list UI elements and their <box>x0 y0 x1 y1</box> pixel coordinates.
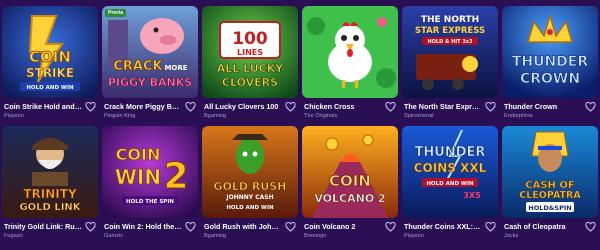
art-subtitle: HOLD&SPIN <box>528 204 571 212</box>
favorite-heart-icon[interactable] <box>185 102 196 112</box>
art-title-line-2: LINES <box>237 48 263 57</box>
game-thumbnail[interactable]: CRACK MORE PIGGY BANKS Previa <box>102 6 198 98</box>
art-subtitle: HOLD THE SPIN <box>126 199 174 205</box>
favorite-heart-icon[interactable] <box>585 222 596 232</box>
game-thumbnail[interactable]: TRINITY GOLD LINK <box>2 126 98 218</box>
art-title-line-1: THUNDER <box>415 145 486 160</box>
favorite-heart-icon[interactable] <box>285 222 296 232</box>
game-thumbnail[interactable] <box>302 6 398 98</box>
favorite-heart-icon[interactable] <box>185 222 196 232</box>
game-title[interactable]: The North Star Express ... <box>404 102 482 111</box>
game-provider: Playson <box>404 233 424 239</box>
game-thumbnail[interactable]: GOLD RUSH JOHNNY CASH HOLD AND WIN <box>202 126 298 218</box>
art-title-line-3: PIGGY BANKS <box>108 76 192 89</box>
game-provider: Endorphina <box>504 113 533 119</box>
game-provider: Playson <box>4 113 24 119</box>
game-provider: The Originals <box>304 113 338 119</box>
game-title[interactable]: Coin Volcano 2 <box>304 222 382 231</box>
favorite-heart-icon[interactable] <box>385 222 396 232</box>
game-thumbnail[interactable]: CASH OF CLEOPATRA HOLD&SPIN <box>502 126 598 218</box>
game-provider: Jacks <box>504 233 519 239</box>
favorite-heart-icon[interactable] <box>485 102 496 112</box>
art-grid-size: 3X5 <box>463 191 481 200</box>
art-title-line-1: COIN <box>29 48 71 66</box>
art-title-line-2: COINS XXL <box>414 161 487 175</box>
favorite-heart-icon[interactable] <box>85 222 96 232</box>
art-title-line-2: WIN <box>115 165 161 189</box>
favorite-heart-icon[interactable] <box>85 102 96 112</box>
art-subtitle: HOLD AND WIN <box>426 181 474 187</box>
game-title[interactable]: Trinity Gold Link: Runni... <box>4 222 82 231</box>
art-title-line-2: CLEOPATRA <box>519 190 581 201</box>
art-title-line-2: GOLD LINK <box>19 202 81 213</box>
game-provider: Spinomenal <box>404 113 434 119</box>
game-title[interactable]: Coin Strike Hold and W... <box>4 102 82 111</box>
art-title-line-1: THUNDER <box>512 54 589 70</box>
game-title[interactable]: Thunder Coins XXL: Hol... <box>404 222 482 231</box>
game-title[interactable]: Thunder Crown <box>504 102 582 111</box>
game-title[interactable]: All Lucky Clovers 100 <box>204 102 282 111</box>
preview-badge: Previa <box>105 9 127 17</box>
game-title[interactable]: Crack More Piggy Banks <box>104 102 182 111</box>
game-provider: Booongo <box>304 233 327 239</box>
art-title-line-1: TRINITY <box>23 187 77 201</box>
game-title[interactable]: Chicken Cross <box>304 102 382 111</box>
game-provider: Bgaming <box>204 233 227 239</box>
art-title-line-2: VOLCANO 2 <box>314 192 385 205</box>
game-thumbnail[interactable]: THE NORTH STAR EXPRESS HOLD & HIT 3x3 <box>402 6 498 98</box>
game-title[interactable]: Cash of Cleopatra <box>504 222 582 231</box>
game-thumbnail[interactable]: COIN WIN 2 HOLD THE SPIN <box>102 126 198 218</box>
game-title[interactable]: Coin Win 2: Hold the Sp... <box>104 222 182 231</box>
game-grid: COIN STRIKE HOLD AND WIN Coin Strike Hol… <box>0 0 600 250</box>
art-title-line-1: THE NORTH <box>421 15 479 25</box>
game-provider: Fugaso <box>4 233 23 239</box>
art-title-line-2: STAR EXPRESS <box>415 26 485 36</box>
art-title-line-1: COIN <box>116 145 161 164</box>
game-thumbnail[interactable]: THUNDER COINS XXL HOLD AND WIN 3X5 <box>402 126 498 218</box>
game-thumbnail[interactable]: COIN VOLCANO 2 <box>302 126 398 218</box>
favorite-heart-icon[interactable] <box>285 102 296 112</box>
art-title-line-2: CROWN <box>520 71 580 87</box>
art-title-line-2: MORE <box>164 64 187 72</box>
favorite-heart-icon[interactable] <box>485 222 496 232</box>
game-thumbnail[interactable]: THUNDER CROWN <box>502 6 598 98</box>
art-title-line-4: CLOVERS <box>222 76 278 89</box>
favorite-heart-icon[interactable] <box>385 102 396 112</box>
art-title-line-3: ALL LUCKY <box>217 62 285 75</box>
game-provider: Pinguin King <box>104 113 136 119</box>
art-title-line-1: COIN <box>329 172 371 190</box>
art-title-line-2: JOHNNY CASH <box>225 194 273 201</box>
art-title-line-1: CRACK <box>113 59 163 74</box>
art-title-line-3: 2 <box>163 156 188 197</box>
art-title-line-1: GOLD RUSH <box>214 180 287 193</box>
favorite-heart-icon[interactable] <box>585 102 596 112</box>
art-title-line-1: 100 <box>232 29 268 49</box>
art-subtitle: HOLD & HIT 3x3 <box>428 39 474 45</box>
game-thumbnail[interactable]: 100 LINES ALL LUCKY CLOVERS <box>202 6 298 98</box>
art-subtitle: HOLD AND WIN <box>226 205 274 211</box>
game-title[interactable]: Gold Rush with Johnny... <box>204 222 282 231</box>
game-provider: Gamzix <box>104 233 123 239</box>
art-title-line-2: STRIKE <box>26 66 74 80</box>
art-subtitle: HOLD AND WIN <box>26 85 74 91</box>
game-thumbnail[interactable]: COIN STRIKE HOLD AND WIN <box>2 6 98 98</box>
game-provider: Bgaming <box>204 113 227 119</box>
